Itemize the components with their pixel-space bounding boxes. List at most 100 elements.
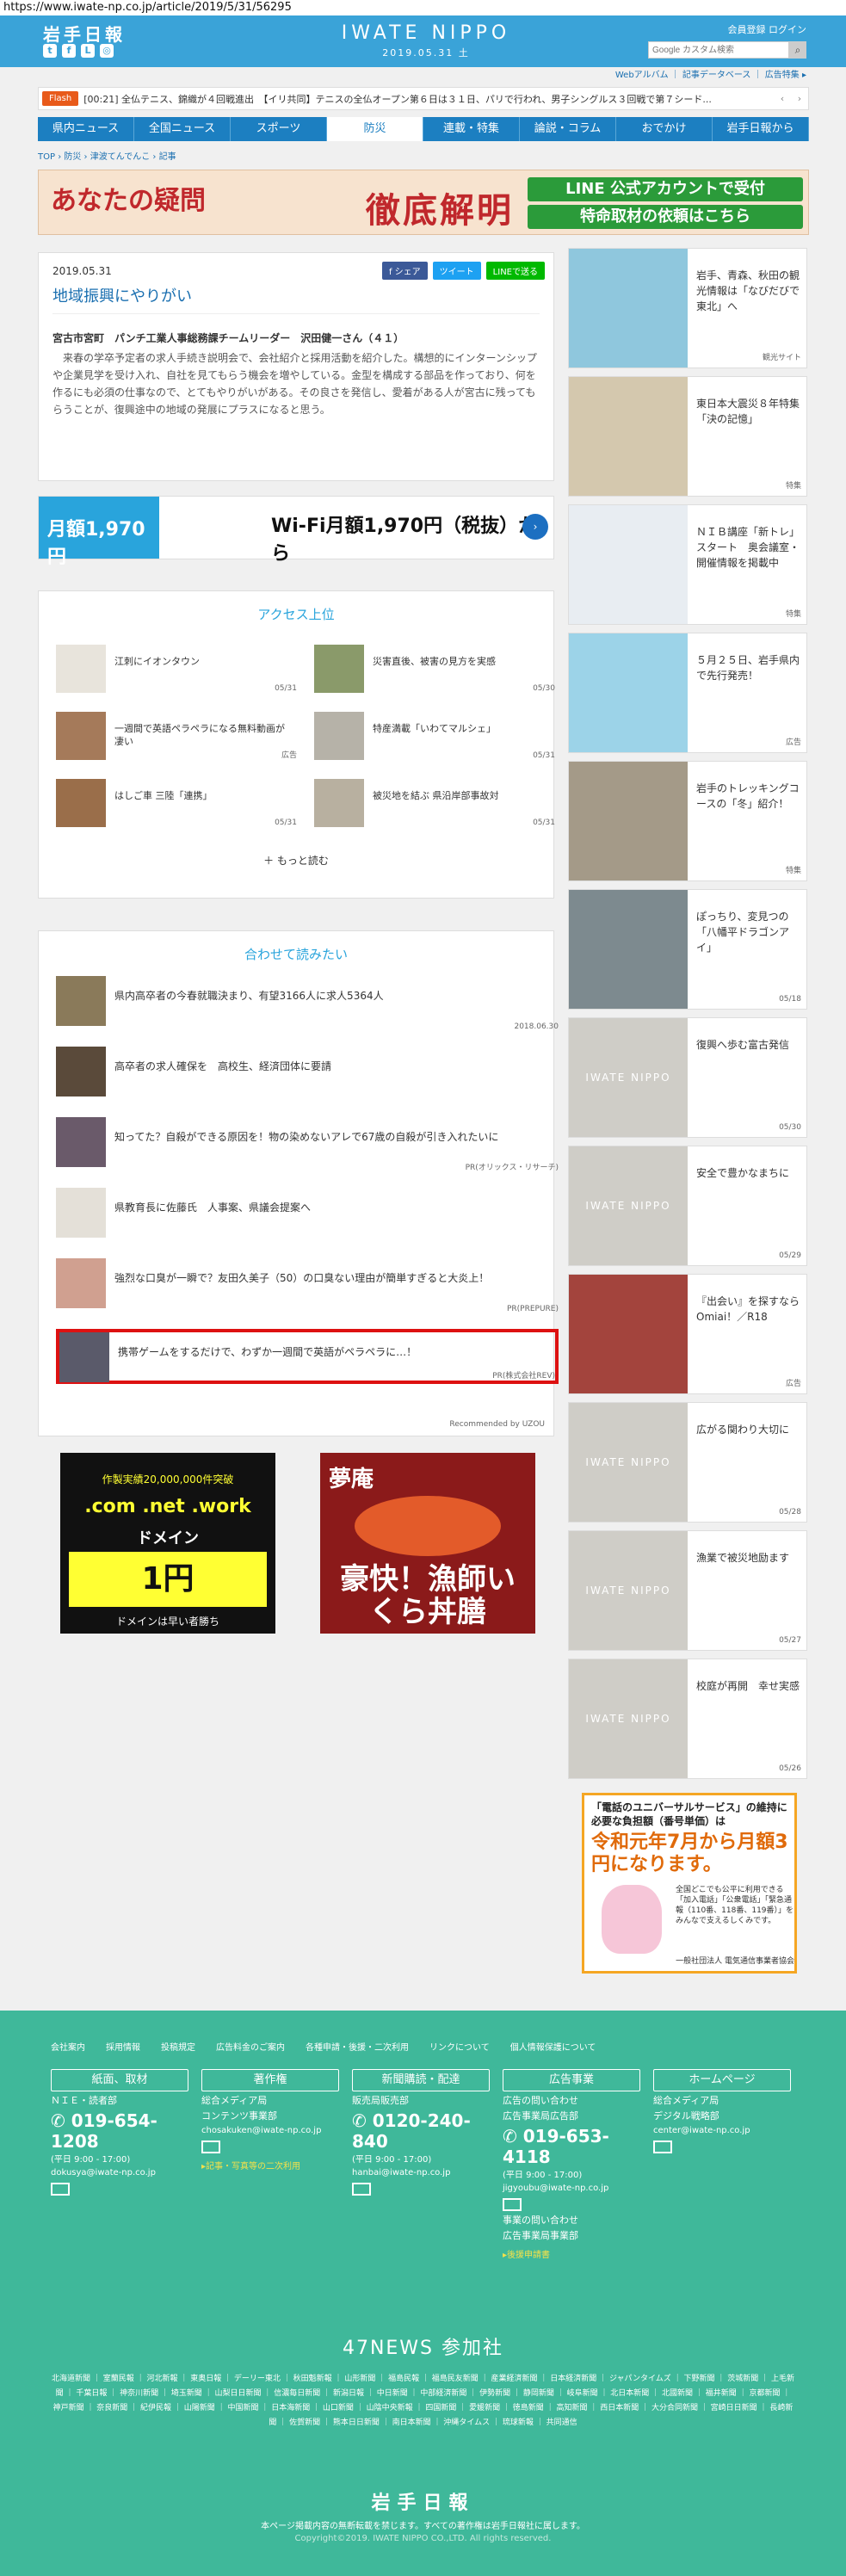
footer-col-head[interactable]: 新聞購読・配達 — [352, 2069, 490, 2091]
footer-mail[interactable]: jigyoubu@iwate-np.co.jp — [503, 2184, 640, 2193]
sidebar-item[interactable]: IWATE NIPPO 安全で豊かなまちに 05/29 — [568, 1146, 807, 1266]
footer-link[interactable]: 投稿規定 — [161, 2040, 195, 2053]
instagram-icon[interactable]: ◎ — [100, 44, 114, 58]
nav-item[interactable]: 連載・特集 — [423, 117, 520, 141]
mail-icon[interactable] — [201, 2140, 220, 2153]
footer-link[interactable]: リンクについて — [429, 2040, 490, 2053]
wifi-ad[interactable]: 月額1,970円 Wi-Fi月額1,970円（税抜）から › — [38, 496, 554, 568]
related-item[interactable]: 県教育長に佐藤氏 人事案、県議会提案へ — [56, 1188, 559, 1243]
nav-item[interactable]: 岩手日報から — [713, 117, 809, 141]
domain-ad[interactable]: 作製実績20,000,000件突破 .com .net .work ドメイン 1… — [60, 1453, 275, 1634]
site-header: 岩手日報 t f L ◎ IWATE NIPPO 2019.05.31 土 会員… — [0, 15, 846, 67]
footer-col-head[interactable]: 広告事業 — [503, 2069, 640, 2091]
footer-link[interactable]: 会社案内 — [51, 2040, 85, 2053]
news47-papers[interactable]: 北海道新聞 ｜ 室蘭民報 ｜ 河北新報 ｜ 東奥日報 ｜ デーリー東北 ｜ 秋田… — [52, 2372, 794, 2431]
top-banner-ad[interactable]: あなたの疑問 徹底解明 LINE 公式アカウントで受付 特命取材の依頼はこちら — [38, 170, 809, 235]
banner-request-button[interactable]: 特命取材の依頼はこちら — [528, 205, 803, 229]
ranking-date: 広告 — [281, 751, 297, 760]
phone-number[interactable]: ✆ 0120-240-840 — [352, 2110, 490, 2152]
mail-icon[interactable] — [503, 2198, 522, 2211]
uni-head: 「電話のユニバーサルサービス」の維持に必要な負担額（番号単価）は — [591, 1801, 787, 1827]
phone-number[interactable]: ✆ 019-653-4118 — [503, 2126, 640, 2167]
footer-link[interactable]: 広告料金のご案内 — [216, 2040, 285, 2053]
ranking-thumbnail — [314, 779, 364, 827]
sidebar-item[interactable]: 東日本大震災８年特集「決の記憶」 特集 — [568, 376, 807, 497]
sidebar-item[interactable]: IWATE NIPPO 校庭が再開 幸せ実感 05/26 — [568, 1659, 807, 1779]
ranking-item[interactable]: 江刺にイオンタウン 05/31 — [56, 645, 297, 693]
search-icon[interactable]: ⌕ — [789, 41, 806, 59]
mail-icon[interactable] — [352, 2183, 371, 2196]
brand-name[interactable]: IWATE NIPPO — [340, 22, 512, 44]
nav-item[interactable]: 県内ニュース — [38, 117, 134, 141]
related-item[interactable]: 強烈な口臭が一瞬で？友田久美子（50）の口臭ない理由が簡単すぎると大炎上！ PR(… — [56, 1258, 559, 1313]
related-item[interactable]: 知ってた？自殺ができる原因を！物の染めないアレで67歳の自殺が引き入れたいに PR… — [56, 1117, 559, 1172]
footer-link[interactable]: 採用情報 — [106, 2040, 140, 2053]
more-button[interactable]: ＋ もっと読む — [39, 853, 553, 868]
footer-mail[interactable]: chosakuken@iwate-np.co.jp — [201, 2126, 339, 2135]
nav-item[interactable]: スポーツ — [231, 117, 327, 141]
footer-extra-link[interactable]: ▸後援申請書 — [503, 2247, 640, 2260]
footer-col-head[interactable]: ホームページ — [653, 2069, 791, 2091]
ranking-item[interactable]: 災害直後、被害の見方を実感 05/30 — [314, 645, 555, 693]
facebook-share-button[interactable]: f シェア — [381, 262, 428, 280]
footer-mail[interactable]: dokusya@iwate-np.co.jp — [51, 2168, 188, 2178]
nav-item[interactable]: 論説・コラム — [520, 117, 616, 141]
ranking-item[interactable]: 特産満載「いわてマルシェ」 05/31 — [314, 712, 555, 760]
ikura-image — [355, 1496, 501, 1556]
sidebar-item[interactable]: ５月２５日、岩手県内で先行発売！ 広告 — [568, 633, 807, 753]
ranking-title: 災害直後、被害の見方を実感 — [373, 656, 496, 667]
phone-number[interactable]: ✆ 019-654-1208 — [51, 2110, 188, 2152]
nav-item[interactable]: 防災 — [327, 117, 423, 141]
related-item[interactable]: 携帯ゲームをするだけで、わずか一週間で英語がペラペラに…！ PR(株式会社REV) — [56, 1329, 559, 1384]
sidebar-item[interactable]: 『出会い』を探すなら Omiai！／R18 広告 — [568, 1274, 807, 1394]
sidebar-item[interactable]: 岩手、青森、秋田の観光情報は「なびだびで東北」へ 観光サイト — [568, 248, 807, 368]
footer-logo[interactable]: 岩手日報 — [0, 2487, 846, 2515]
footer-mail[interactable]: center@iwate-np.co.jp — [653, 2126, 791, 2135]
ikura-ad[interactable]: 夢庵 豪快！漁師いくら丼膳 — [320, 1453, 535, 1634]
line-share-button[interactable]: LINEで送る — [485, 262, 545, 280]
related-item[interactable]: 高卒者の求人確保を 高校生、経済団体に要請 — [56, 1047, 559, 1102]
footer-col-head[interactable]: 紙面、取材 — [51, 2069, 188, 2091]
ranking-item[interactable]: 一週間で英語ペラペラになる無料動画が凄い 広告 — [56, 712, 297, 760]
mail-icon[interactable] — [51, 2183, 70, 2196]
search-input[interactable] — [648, 41, 789, 59]
domain-ad-note: ドメインは早い者勝ち — [115, 1615, 219, 1628]
sidebar-item[interactable]: IWATE NIPPO 広がる関わり大切に 05/28 — [568, 1402, 807, 1523]
footer-mail[interactable]: hanbai@iwate-np.co.jp — [352, 2168, 490, 2178]
chevron-left-icon[interactable]: ‹ — [774, 93, 791, 104]
facebook-icon[interactable]: f — [62, 44, 76, 58]
twitter-icon[interactable]: t — [43, 44, 57, 58]
sidebar-item[interactable]: ＮＩＢ講座「新トレ」スタート 奥会議室・開催情報を掲載中 特集 — [568, 504, 807, 625]
mail-icon[interactable] — [653, 2140, 672, 2153]
sidebar-item[interactable]: 岩手のトレッキングコースの「冬」紹介！ 特集 — [568, 761, 807, 881]
universal-service-ad[interactable]: 「電話のユニバーサルサービス」の維持に必要な負担額（番号単価）は 令和元年7月か… — [582, 1793, 797, 1974]
breadcrumb[interactable]: TOP › 防災 › 津波てんでんこ › 記事 — [38, 149, 176, 162]
ranking-item[interactable]: 被災地を結ぶ 県沿岸部事故対 05/31 — [314, 779, 555, 827]
member-links[interactable]: 会員登録 ログイン — [728, 22, 807, 36]
sidebar-item[interactable]: IWATE NIPPO 復興へ歩む富古発信 05/30 — [568, 1017, 807, 1138]
twitter-share-button[interactable]: ツイート — [432, 262, 481, 280]
footer-link[interactable]: 各種申請・後援・二次利用 — [306, 2040, 409, 2053]
recommend-credit[interactable]: Recommended by UZOU — [449, 1420, 545, 1429]
banner-line-button[interactable]: LINE 公式アカウントで受付 — [528, 177, 803, 201]
footer-link[interactable]: 個人情報保護について — [510, 2040, 596, 2053]
nav-item[interactable]: 全国ニュース — [134, 117, 231, 141]
sub-links[interactable]: Webアルバム ｜ 記事データベース ｜ 広告特集 ▸ — [615, 67, 806, 80]
nav-item[interactable]: おでかけ — [616, 117, 713, 141]
footer-extra-link[interactable]: ▸記事・写真等の二次利用 — [201, 2159, 339, 2171]
article-title: 地域振興にやりがい — [52, 287, 192, 306]
related-item[interactable]: 県内高卒者の今春就職決まり、有望3166人に求人5364人 2018.06.30 — [56, 976, 559, 1031]
flash-text[interactable]: [00:21] 全仏テニス、錦織が４回戦進出 【イリ共同】テニスの全仏オープン第… — [83, 92, 772, 106]
line-icon[interactable]: L — [81, 44, 95, 58]
chevron-right-icon[interactable]: › — [522, 514, 548, 540]
ranking-item[interactable]: はしご車 三陸「連携」 05/31 — [56, 779, 297, 827]
ranking-title: 特産満載「いわてマルシェ」 — [373, 723, 496, 734]
sidebar-item[interactable]: ぽっちり、変見つの「八幡平ドラゴンアイ」 05/18 — [568, 889, 807, 1010]
chevron-right-icon[interactable]: › — [791, 93, 808, 104]
site-logo[interactable]: 岩手日報 — [43, 21, 126, 46]
sidebar-item[interactable]: IWATE NIPPO 漁業で被災地励ます 05/27 — [568, 1530, 807, 1651]
sidebar-meta: 05/27 — [779, 1636, 801, 1645]
footer-col-head[interactable]: 著作権 — [201, 2069, 339, 2091]
url-bar[interactable]: https://www.iwate-np.co.jp/article/2019/… — [0, 0, 846, 15]
sidebar-thumbnail — [569, 890, 688, 1009]
